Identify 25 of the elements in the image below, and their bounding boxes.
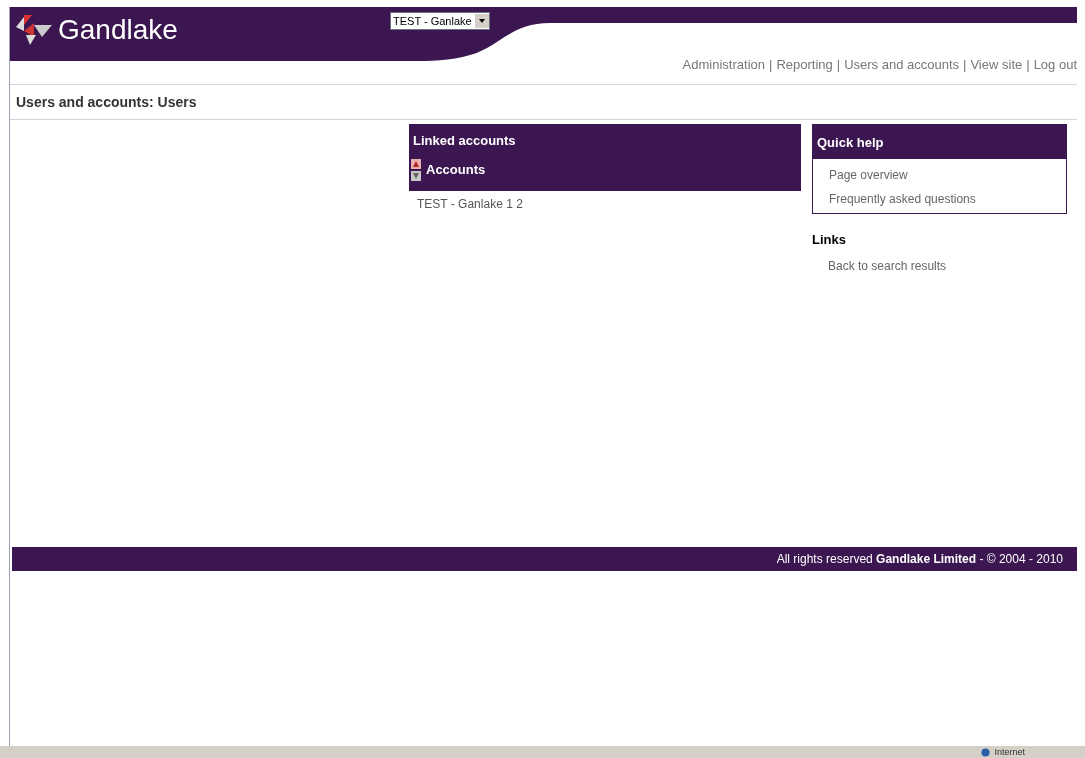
globe-icon [981,747,991,757]
sort-arrows-icon[interactable] [411,158,421,181]
panel-title: Quick help [813,125,1066,159]
column-header[interactable]: Accounts [426,159,486,180]
copyright-text: All rights reserved Gandlake Limited - © 2004 - 2010 [776,551,1063,568]
nav-link[interactable]: Reporting [776,55,833,75]
account-row[interactable]: TEST - Ganlake 1 2 [417,195,801,213]
nav-link[interactable]: Administration [682,55,765,75]
panel-title: Linked accounts [412,132,517,150]
nav-link[interactable]: Users and accounts [844,55,960,75]
nav-separator: | [963,56,967,74]
logo-text: Gandlake [58,16,178,44]
account-select[interactable]: TEST - Ganlake [390,12,490,30]
logo-icon [14,13,54,47]
nav-separator: | [769,56,773,74]
help-link[interactable]: Frequently asked questions [829,189,1050,208]
nav-link[interactable]: View site [970,55,1023,75]
nav-link[interactable]: Log out [1033,55,1077,75]
help-link[interactable]: Page overview [829,165,1050,184]
links-heading: Links [812,230,847,249]
back-link[interactable]: Back to search results [828,257,1051,275]
nav-separator: | [836,56,841,74]
nav-separator: | [1026,56,1030,74]
page-title: Users and accounts: Users [16,94,197,110]
zone-text: Internet [994,747,1025,757]
